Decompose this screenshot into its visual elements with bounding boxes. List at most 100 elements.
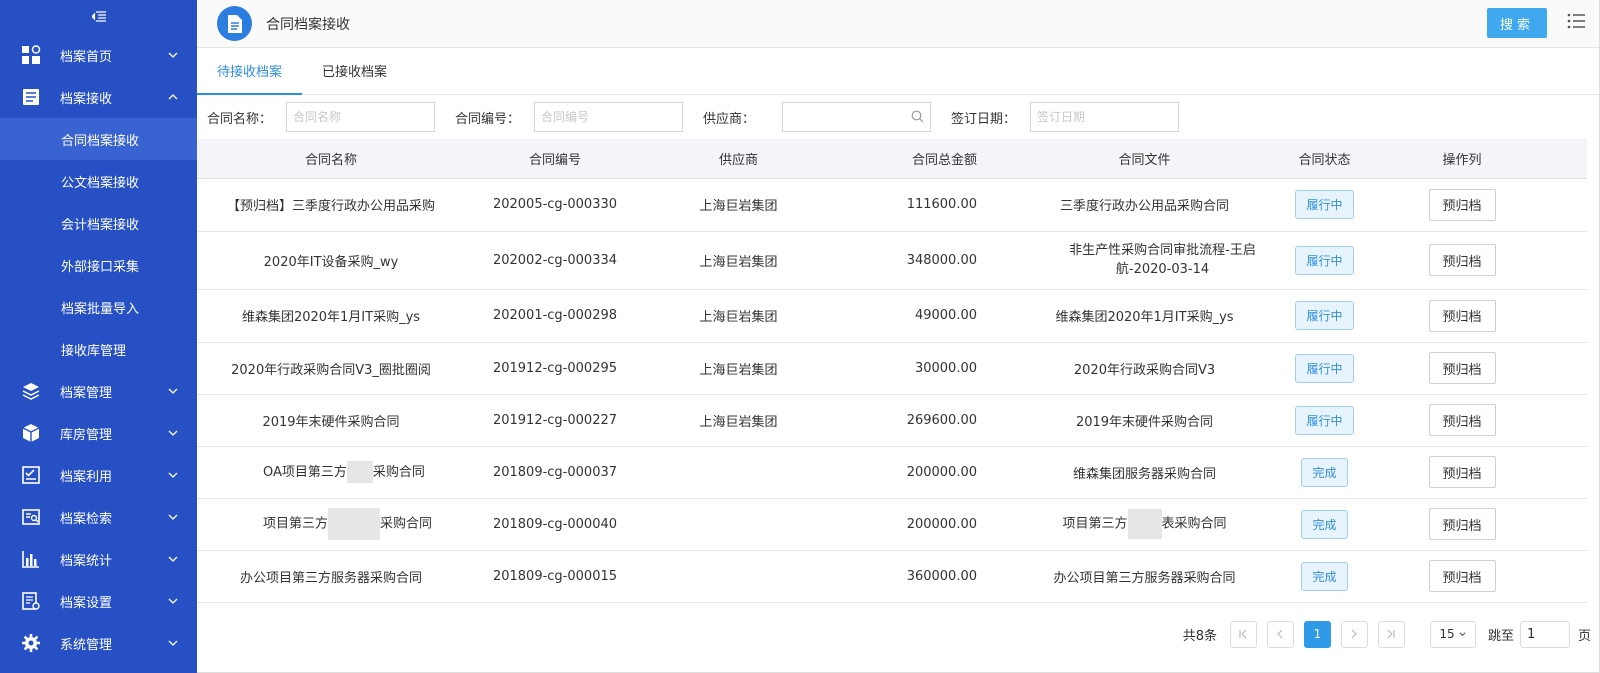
cell-spacer [1519,550,1587,603]
cell-contract-file[interactable]: 三季度行政办公用品采购合同 [1045,178,1244,232]
cell-amount: 111600.00 [832,178,1045,232]
search-button[interactable]: 搜索 [1487,8,1547,38]
sidebar-item-archive-manage[interactable]: 档案管理 [0,370,197,412]
filter-contract-no: 合同编号： [455,102,683,132]
cell-spacer [1519,394,1587,447]
first-page-button[interactable] [1229,620,1257,648]
sidebar-subitem-accounting-receive[interactable]: 会计档案接收 [0,202,197,244]
table-row[interactable]: 2020年行政采购合同V3_圈批圈阅 201912-cg-000295 上海巨岩… [197,342,1587,395]
cell-contract-file[interactable]: 办公项目第三方服务器采购合同 [1045,550,1244,603]
cell-contract-no: 202005-cg-000330 [465,178,645,232]
page-header: 合同档案接收 搜索 [197,0,1599,48]
jump-page-input[interactable] [1519,620,1570,648]
cell-contract-file[interactable]: 维森集团2020年1月IT采购_ys [1045,289,1244,343]
cell-spacer [1519,289,1587,343]
cell-contract-no: 201809-cg-000037 [465,446,645,499]
sidebar-item-archive-receive[interactable]: 档案接收 [0,76,197,118]
contract-name-part: OA项目第三方 [263,464,347,480]
cell-amount: 30000.00 [832,342,1045,395]
filter-supplier: 供应商： [703,102,931,132]
cell-contract-file[interactable]: 非生产性采购合同审批流程-王启航-2020-03-14 [1045,231,1256,290]
status-badge: 完成 [1301,561,1348,591]
search-doc-icon [20,506,42,528]
tab-received-archives[interactable]: 已接收档案 [302,47,407,94]
pre-archive-button[interactable]: 预归档 [1428,244,1496,276]
pre-archive-button[interactable]: 预归档 [1428,188,1496,221]
filter-bar: 合同名称： 合同编号： 供应商： 签订日期： [197,95,1599,139]
cell-status: 完成 [1244,550,1405,603]
pre-archive-button[interactable]: 预归档 [1428,299,1496,332]
table-header-row: 合同名称 合同编号 供应商 合同总金额 合同文件 合同状态 操作列 [197,139,1587,179]
cell-supplier: 上海巨岩集团 [645,394,832,447]
cell-amount: 360000.00 [832,550,1045,603]
page-title: 合同档案接收 [266,16,350,33]
supplier-field-wrap [782,102,931,132]
cell-contract-name: 办公项目第三方服务器采购合同 [197,550,465,603]
cell-action: 预归档 [1405,231,1519,290]
contracts-table: 合同名称 合同编号 供应商 合同总金额 合同文件 合同状态 操作列 【预归档】三… [197,139,1587,603]
table-row[interactable]: 办公项目第三方服务器采购合同 201809-cg-000015 360000.0… [197,550,1587,603]
cell-supplier [645,446,832,499]
sidebar-subitem-batch-import[interactable]: 档案批量导入 [0,286,197,328]
pagination: 共8条 1 15 跳至 页 [1183,618,1599,650]
cell-action: 预归档 [1405,394,1519,447]
supplier-input[interactable] [782,102,931,132]
chevron-down-icon [168,52,178,58]
table-row[interactable]: 2020年IT设备采购_wy 202002-cg-000334 上海巨岩集团 3… [197,231,1587,290]
pre-archive-button[interactable]: 预归档 [1428,560,1496,592]
sidebar-subitem-external-api[interactable]: 外部接口采集 [0,244,197,286]
sidebar-item-system-manage[interactable]: 系统管理 [0,622,197,664]
column-header: 合同文件 [1045,139,1244,179]
table-row[interactable]: 2019年末硬件采购合同 201912-cg-000227 上海巨岩集团 269… [197,394,1587,447]
column-header: 合同编号 [465,139,645,179]
chevron-down-icon [168,472,178,478]
next-page-button[interactable] [1340,620,1368,648]
filter-label: 合同编号： [455,111,521,127]
contract-name-input[interactable] [286,102,435,132]
cell-supplier: 上海巨岩集团 [645,178,832,232]
doc-settings-icon [20,590,42,612]
sidebar-item-archive-use[interactable]: 档案利用 [0,454,197,496]
cell-action: 预归档 [1405,342,1519,395]
cell-contract-file[interactable]: 2020年行政采购合同V3 [1045,342,1244,395]
last-page-button[interactable] [1377,620,1405,648]
sidebar-item-archive-settings[interactable]: 档案设置 [0,580,197,622]
cell-amount: 200000.00 [832,446,1045,499]
list-menu-icon[interactable] [1567,13,1585,33]
tab-bar: 待接收档案 已接收档案 [197,48,1599,95]
pre-archive-button[interactable]: 预归档 [1428,508,1496,540]
contract-file-part: 表采购合同 [1161,516,1227,532]
sidebar-subitem-contract-receive[interactable]: 合同档案接收 [0,118,197,160]
sidebar-item-archive-home[interactable]: 档案首页 [0,34,197,76]
sidebar-item-label: 档案设置 [60,595,113,611]
cell-contract-name: 项目第三方 采购合同 [197,498,465,551]
pre-archive-button[interactable]: 预归档 [1428,404,1496,436]
table-row[interactable]: OA项目第三方 采购合同 201809-cg-000037 200000.00 维… [197,446,1587,499]
filter-label: 供应商： [703,111,756,127]
sidebar-item-archive-search[interactable]: 档案检索 [0,496,197,538]
document-logo-icon [217,6,252,41]
cell-contract-file[interactable]: 项目第三方 表采购合同 [1045,498,1244,551]
page-size-select[interactable]: 15 [1429,620,1476,648]
tab-pending-archives[interactable]: 待接收档案 [197,47,303,95]
sidebar-collapse-toggle[interactable] [0,0,197,34]
cell-contract-file[interactable]: 2019年末硬件采购合同 [1045,394,1244,447]
prev-page-button[interactable] [1266,620,1294,648]
search-icon[interactable] [911,110,924,123]
pre-archive-button[interactable]: 预归档 [1428,352,1496,384]
sidebar-subitem-official-doc-receive[interactable]: 公文档案接收 [0,160,197,202]
table-row[interactable]: 维森集团2020年1月IT采购_ys 202001-cg-000298 上海巨岩… [197,289,1587,343]
cell-contract-file[interactable]: 维森集团服务器采购合同 [1045,446,1244,499]
sidebar-item-warehouse[interactable]: 库房管理 [0,412,197,454]
pre-archive-button[interactable]: 预归档 [1428,456,1496,488]
cell-contract-no: 201809-cg-000040 [465,498,645,551]
contract-no-input[interactable] [534,102,683,132]
table-row[interactable]: 【预归档】三季度行政办公用品采购 202005-cg-000330 上海巨岩集团… [197,178,1587,232]
table-row[interactable]: 项目第三方 采购合同 201809-cg-000040 200000.00 项目第… [197,498,1587,551]
jump-label: 跳至 [1487,628,1514,644]
sidebar-subitem-receive-library[interactable]: 接收库管理 [0,328,197,370]
sign-date-input[interactable] [1030,102,1179,132]
column-header: 合同名称 [197,139,465,179]
page-number-button[interactable]: 1 [1303,620,1331,648]
sidebar-item-archive-stats[interactable]: 档案统计 [0,538,197,580]
